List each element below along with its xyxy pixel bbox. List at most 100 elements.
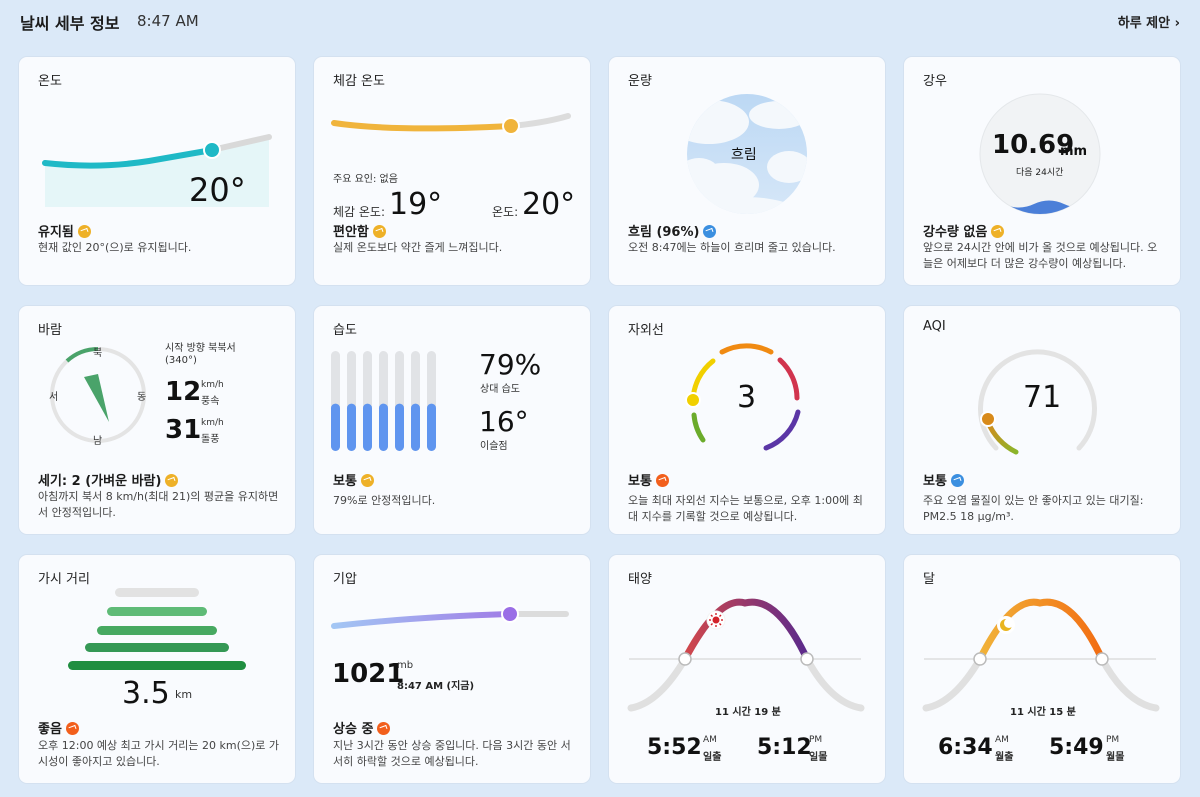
- precipitation-card[interactable]: 강우 10.69 mm 다음 24시간 강수량 없음 앞으로 24시간 안에 비…: [904, 57, 1180, 285]
- status-text: 보통: [923, 474, 947, 489]
- wind-desc: 아침까지 북서 8 km/h(최대 21)의 평균을 유지하면서 안정적입니다.: [38, 490, 279, 519]
- card-title: 자외선: [628, 323, 664, 338]
- dew-point-label: 이슬점: [480, 441, 508, 452]
- uv-status: 보통: [628, 470, 669, 489]
- sunrise-label: 일출: [703, 752, 722, 763]
- compass-north: 북: [93, 348, 103, 359]
- feels-like-slider: [331, 113, 571, 135]
- moonset-time: 5:49: [1049, 735, 1104, 760]
- temperature-value: 20°: [189, 171, 246, 209]
- humidity-bar-fill: [379, 403, 388, 451]
- card-title: 바람: [38, 323, 62, 338]
- precip-status: 강수량 없음: [923, 221, 1005, 240]
- aqi-desc: 주요 오염 물질이 있는 안 좋아지고 있는 대기질: PM2.5 18 µg/…: [923, 494, 1144, 523]
- sunrise-time: 5:52: [647, 735, 702, 760]
- status-text: 강수량 없음: [923, 225, 988, 240]
- current-time: 8:47 AM: [137, 12, 199, 30]
- temperature-status: 유지됨: [38, 221, 91, 240]
- status-text: 세기: 2 (가벼운 바람): [38, 474, 162, 489]
- wind-direction: 시작 방향 북북서: [165, 343, 236, 354]
- feels-like-desc: 실제 온도보다 약간 즐게 느껴집니다.: [333, 241, 503, 254]
- pressure-status: 상승 중: [333, 718, 391, 737]
- humidity-bar-fill: [331, 403, 340, 451]
- pressure-value: 1021: [332, 659, 405, 689]
- status-text: 보통: [628, 474, 652, 489]
- visibility-value: 3.5: [122, 676, 170, 711]
- sun-arc-chart: [627, 598, 865, 712]
- daily-suggestion-label: 하루 제안: [1117, 16, 1171, 31]
- cloud-cover-card[interactable]: 운량 흐림 흐림 (96%) 오전 8:47에는 하늘이 흐리며 줄고 있습니다…: [609, 57, 885, 285]
- precip-unit: mm: [1060, 144, 1088, 159]
- cloud-illustration: [687, 94, 807, 214]
- steady-trend-icon: [372, 225, 386, 238]
- status-text: 흐림 (96%): [628, 225, 700, 240]
- visibility-unit: km: [175, 688, 193, 701]
- wind-gust-unit: km/h: [201, 418, 224, 428]
- pressure-desc: 지난 3시간 동안 상승 중입니다. 다음 3시간 동안 서서히 하락할 것으로…: [333, 739, 571, 768]
- sunset-ampm: PM: [809, 735, 823, 745]
- humidity-bar-fill: [347, 403, 356, 451]
- daily-suggestion-link[interactable]: 하루 제안 ›: [1118, 12, 1180, 31]
- humidity-value: 79%: [479, 348, 542, 381]
- temperature-desc: 현재 값인 20°(으)로 유지됩니다.: [38, 241, 192, 254]
- pressure-card[interactable]: 기압 1021 mb 8:47 AM (지금) 상승 중 지난 3시간 동안 상…: [314, 555, 590, 783]
- humidity-bar-fill: [427, 403, 436, 451]
- feels-like-card[interactable]: 체감 온도 주요 요인: 없음 체감 온도: 19° 온도: 20° 편안함 실…: [314, 57, 590, 285]
- card-title: 습도: [333, 323, 357, 338]
- visibility-card[interactable]: 가시 거리 3.5 km 좋음 오후 12:00 예상 최고 가시 거리는 20…: [19, 555, 295, 783]
- sunrise-ampm: AM: [703, 735, 717, 745]
- steady-trend-icon: [991, 225, 1005, 238]
- wind-speed-label: 풍속: [201, 396, 220, 407]
- humidity-bar-fill: [395, 403, 404, 451]
- moon-arc-chart: [922, 598, 1160, 712]
- temp-label: 온도:: [492, 205, 519, 219]
- cloud-desc: 오전 8:47에는 하늘이 흐리며 줄고 있습니다.: [628, 241, 836, 254]
- moonset-ampm: PM: [1106, 735, 1120, 745]
- feels-label: 체감 온도:: [333, 205, 386, 219]
- aqi-card[interactable]: AQI 71 보통 주요 오염 물질이 있는 안 좋아지고 있는 대기질: PM…: [904, 306, 1180, 534]
- moon-duration: 11 시간 15 분: [1010, 707, 1076, 718]
- sun-card[interactable]: 태양 11 시간 19 분 5:52 AM 일출 5:12 PM 일몰: [609, 555, 885, 783]
- visibility-status: 좋음: [38, 718, 79, 737]
- chevron-right-icon: ›: [1174, 16, 1180, 31]
- dew-point-value: 16°: [479, 405, 529, 438]
- humidity-card[interactable]: 습도 79% 상대 습도 16° 이슬점 보통 79%로 안정적입니다.: [314, 306, 590, 534]
- humidity-bars: [331, 351, 436, 451]
- humidity-bar-fill: [363, 403, 372, 451]
- wind-direction-deg: (340°): [165, 355, 197, 366]
- steady-trend-icon: [77, 225, 91, 238]
- precip-period: 다음 24시간: [1016, 168, 1064, 178]
- wind-speed-unit: km/h: [201, 380, 224, 390]
- temperature-card[interactable]: 온도 20° 유지됨 현재 값인 20°(으)로 유지됩니다.: [19, 57, 295, 285]
- visibility-desc: 오후 12:00 예상 최고 가시 거리는 20 km(으)로 가시성이 좋아지…: [38, 739, 280, 768]
- wind-gust-value: 31: [165, 415, 202, 445]
- compass-east: 동: [137, 392, 147, 403]
- temp-value: 20°: [522, 187, 576, 222]
- moon-card[interactable]: 달 11 시간 15 분 6:34 AM 월출 5:49 PM 월몰: [904, 555, 1180, 783]
- wind-status: 세기: 2 (가벼운 바람): [38, 470, 179, 489]
- pressure-slider: [331, 605, 569, 629]
- main-factor: 주요 요인: 없음: [333, 174, 398, 185]
- steady-trend-icon: [360, 474, 374, 487]
- status-text: 보통: [333, 474, 357, 489]
- aqi-value: 71: [1023, 380, 1062, 415]
- sunset-time: 5:12: [757, 735, 812, 760]
- steady-trend-icon: [165, 474, 179, 487]
- humidity-bar-fill: [411, 403, 420, 451]
- humidity-desc: 79%로 안정적입니다.: [333, 494, 436, 507]
- uv-value: 3: [737, 380, 757, 415]
- moonrise-ampm: AM: [995, 735, 1009, 745]
- increasing-trend-icon: [65, 722, 79, 735]
- uv-card[interactable]: 자외선 3 보통 오늘 최대 자외선 지수는 보통으로, 오후 1:00에 최대…: [609, 306, 885, 534]
- sunset-label: 일몰: [809, 752, 828, 763]
- aqi-status: 보통: [923, 470, 964, 489]
- wind-compass: [50, 347, 146, 443]
- status-text: 편안함: [333, 225, 369, 240]
- pressure-time: 8:47 AM (지금): [397, 681, 475, 692]
- increasing-trend-icon: [655, 474, 669, 487]
- decreasing-trend-icon: [703, 225, 717, 238]
- moonrise-time: 6:34: [938, 735, 993, 760]
- wind-card[interactable]: 바람 북 남 동 서 시작 방향 북북서 (340°) 12 km/h 풍속 3…: [19, 306, 295, 534]
- uv-desc: 오늘 최대 자외선 지수는 보통으로, 오후 1:00에 최대 지수를 기록할 …: [628, 494, 863, 523]
- feels-value: 19°: [389, 187, 443, 222]
